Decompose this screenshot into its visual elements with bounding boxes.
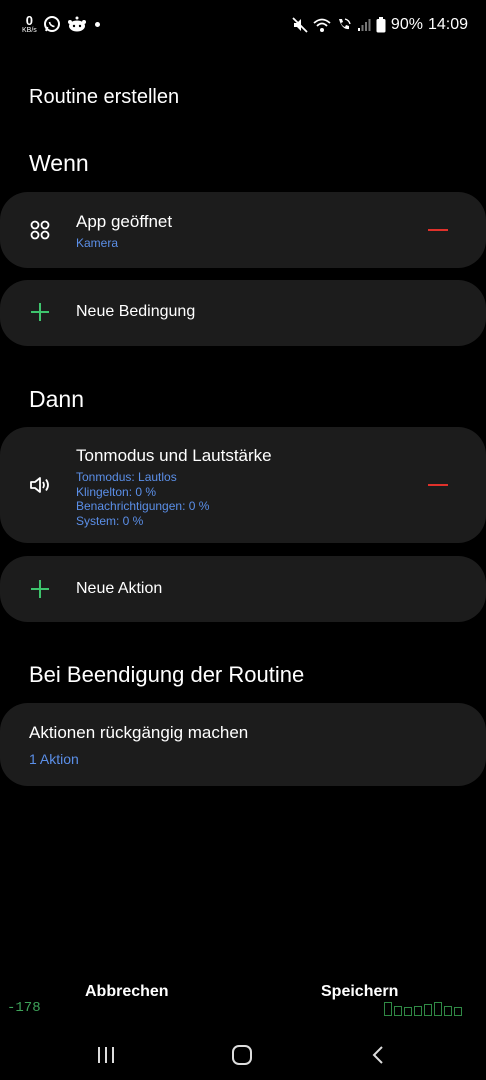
undo-actions-title: Aktionen rückgängig machen: [29, 723, 249, 742]
condition-text: App geöffnet Kamera: [76, 212, 172, 251]
on-end-section-title: Bei Beendigung der Routine: [29, 662, 305, 687]
clock: 14:09: [427, 16, 468, 33]
network-speed-unit: KB/s: [22, 27, 37, 34]
undo-actions-card[interactable]: Aktionen rückgängig machen 1 Aktion: [0, 703, 486, 786]
meter-bar: [424, 1004, 432, 1016]
when-section-title: Wenn: [29, 150, 89, 176]
status-right-icons: 90% 14:09: [292, 16, 468, 34]
navigation-bar: [0, 1030, 486, 1080]
battery-level: 90%: [390, 16, 423, 33]
action-title: Tonmodus und Lautstärke: [76, 446, 272, 465]
then-section-title: Dann: [29, 386, 84, 412]
plus-icon: [30, 302, 50, 327]
overlay-meter: [384, 1002, 462, 1016]
meter-bar: [384, 1002, 392, 1016]
action-detail: System: 0 %: [76, 513, 144, 528]
more-notifications-dot: [94, 21, 100, 27]
whatsapp-icon: [43, 15, 61, 33]
action-card-sound-mode[interactable]: Tonmodus und Lautstärke Tonmodus: Lautlo…: [0, 427, 486, 543]
back-icon: [372, 1046, 383, 1064]
network-speed-value: 0: [25, 13, 34, 28]
condition-title: App geöffnet: [76, 212, 173, 231]
signal-icon: [357, 18, 371, 32]
add-condition-text: Neue Bedingung: [76, 303, 196, 320]
meter-bar: [394, 1006, 402, 1016]
meter-bar: [414, 1006, 422, 1016]
condition-subtitle: Kamera: [76, 236, 119, 250]
speaker-icon: [28, 473, 52, 497]
reddit-icon: [67, 15, 86, 33]
undo-actions-text: Aktionen rückgängig machen 1 Aktion: [29, 723, 248, 767]
status-left-icons: 0 KB/s: [22, 14, 100, 34]
action-details: Tonmodus: Lautlos Klingelton: 0 % Benach…: [76, 470, 272, 528]
recent-apps-icon: [98, 1047, 114, 1063]
wifi-icon: [313, 17, 331, 33]
save-button[interactable]: Speichern: [321, 983, 398, 1001]
add-action-button[interactable]: Neue Aktion: [0, 556, 486, 622]
remove-action-button[interactable]: [428, 484, 448, 486]
remove-condition-button[interactable]: [428, 229, 448, 231]
meter-bar: [434, 1002, 442, 1016]
cancel-button[interactable]: Abbrechen: [85, 983, 169, 1001]
action-detail: Tonmodus: Lautlos: [76, 470, 177, 484]
meter-bar: [454, 1007, 462, 1016]
add-action-text: Neue Aktion: [76, 580, 163, 597]
action-detail: Klingelton: 0 %: [76, 484, 157, 499]
wifi-calling-icon: [336, 17, 352, 33]
meter-bar: [444, 1006, 452, 1016]
add-condition-label: Neue Bedingung: [76, 303, 195, 321]
back-button[interactable]: [358, 1040, 398, 1070]
battery-icon: [376, 17, 386, 33]
apps-icon: [28, 218, 52, 242]
overlay-counter: -178: [7, 1000, 41, 1016]
add-action-label: Neue Aktion: [76, 580, 162, 598]
status-bar: 0 KB/s 90% 14:09: [0, 0, 486, 52]
condition-card-app-opened[interactable]: App geöffnet Kamera: [0, 192, 486, 268]
page-title: Routine erstellen: [29, 86, 180, 108]
mute-icon: [292, 17, 308, 33]
recent-apps-button[interactable]: [86, 1040, 126, 1070]
undo-actions-subtitle: 1 Aktion: [29, 751, 79, 767]
action-detail: Benachrichtigungen: 0 %: [76, 499, 210, 513]
meter-bar: [404, 1007, 412, 1016]
action-text: Tonmodus und Lautstärke Tonmodus: Lautlo…: [76, 446, 272, 528]
add-condition-button[interactable]: Neue Bedingung: [0, 280, 486, 346]
plus-icon: [30, 579, 50, 604]
network-speed: 0 KB/s: [22, 14, 37, 34]
home-icon: [232, 1045, 252, 1065]
home-button[interactable]: [222, 1040, 262, 1070]
